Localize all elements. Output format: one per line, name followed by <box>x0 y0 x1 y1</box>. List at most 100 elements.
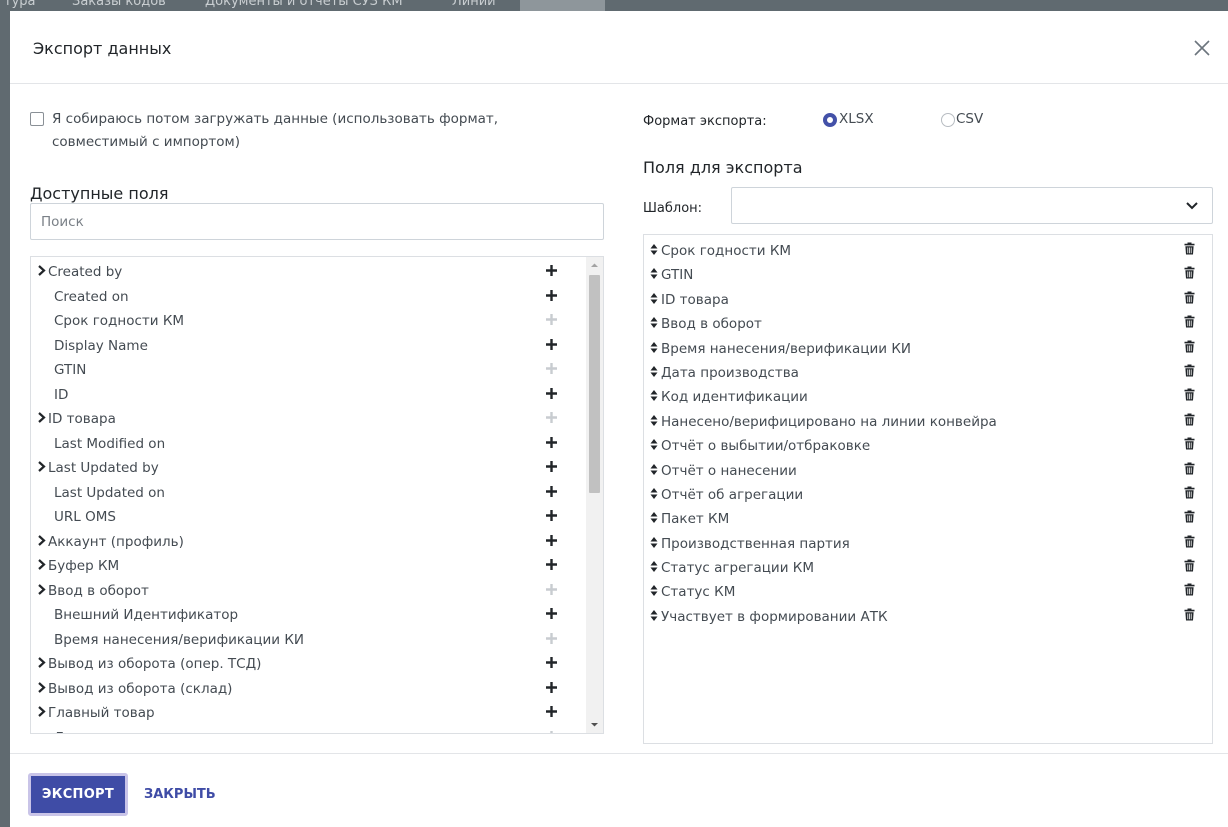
plus-icon[interactable] <box>545 656 558 669</box>
export-field-row[interactable]: Код идентификации <box>644 385 1212 409</box>
sort-handle-icon[interactable] <box>650 511 658 524</box>
export-field-row[interactable]: Производственная партия <box>644 532 1212 556</box>
plus-icon[interactable] <box>545 632 558 645</box>
chevron-right-icon[interactable] <box>37 583 47 596</box>
plus-icon[interactable] <box>545 289 558 302</box>
available-field-row[interactable]: Вывод из оборота (опер. ТСД) <box>31 652 585 677</box>
export-field-row[interactable]: Дата производства <box>644 361 1212 385</box>
export-field-row[interactable]: Участвует в формировании АТК <box>644 605 1212 629</box>
plus-icon[interactable] <box>545 313 558 326</box>
sort-handle-icon[interactable] <box>650 463 658 476</box>
plus-icon[interactable] <box>545 411 558 424</box>
plus-icon[interactable] <box>545 558 558 571</box>
scrollbar[interactable] <box>586 257 603 733</box>
close-icon[interactable] <box>1189 35 1215 61</box>
plus-icon[interactable] <box>545 534 558 547</box>
close-button[interactable]: ЗАКРЫТЬ <box>134 773 226 816</box>
sort-handle-icon[interactable] <box>650 438 658 451</box>
search-input[interactable] <box>30 203 604 240</box>
export-field-row[interactable]: Срок годности КМ <box>644 239 1212 263</box>
format-label-xlsx[interactable]: XLSX <box>839 111 874 127</box>
trash-icon[interactable] <box>1184 364 1195 377</box>
export-field-row[interactable]: Отчёт об агрегации <box>644 483 1212 507</box>
format-label-csv[interactable]: CSV <box>956 111 983 127</box>
chevron-right-icon[interactable] <box>37 534 47 547</box>
scroll-down-arrow[interactable] <box>586 716 603 733</box>
trash-icon[interactable] <box>1184 340 1195 353</box>
export-field-row[interactable]: Статус КМ <box>644 580 1212 604</box>
format-radio-csv[interactable] <box>941 113 955 127</box>
available-field-row[interactable]: Last Updated by <box>31 456 585 481</box>
available-field-row[interactable]: Ввод в оборот <box>31 579 585 604</box>
plus-icon[interactable] <box>545 705 558 718</box>
plus-icon[interactable] <box>545 509 558 522</box>
export-field-row[interactable]: ID товара <box>644 288 1212 312</box>
sort-handle-icon[interactable] <box>650 316 658 329</box>
plus-icon[interactable] <box>545 681 558 694</box>
available-field-row[interactable]: Created by <box>31 260 585 285</box>
trash-icon[interactable] <box>1184 388 1195 401</box>
available-field-row[interactable]: Вывод из оборота (склад) <box>31 677 585 702</box>
chevron-right-icon[interactable] <box>37 558 47 571</box>
trash-icon[interactable] <box>1184 437 1195 450</box>
plus-icon[interactable] <box>545 460 558 473</box>
sort-handle-icon[interactable] <box>650 536 658 549</box>
trash-icon[interactable] <box>1184 315 1195 328</box>
sort-handle-icon[interactable] <box>650 365 658 378</box>
trash-icon[interactable] <box>1184 510 1195 523</box>
trash-icon[interactable] <box>1184 608 1195 621</box>
sort-handle-icon[interactable] <box>650 267 658 280</box>
trash-icon[interactable] <box>1184 266 1195 279</box>
export-field-row[interactable]: Ввод в оборот <box>644 312 1212 336</box>
plus-icon[interactable] <box>545 730 558 735</box>
plus-icon[interactable] <box>545 583 558 596</box>
scrollbar-thumb[interactable] <box>589 275 600 493</box>
sort-handle-icon[interactable] <box>650 584 658 597</box>
plus-icon[interactable] <box>545 607 558 620</box>
sort-handle-icon[interactable] <box>650 609 658 622</box>
sort-handle-icon[interactable] <box>650 243 658 256</box>
format-radio-xlsx[interactable] <box>823 113 837 127</box>
template-select[interactable] <box>731 187 1213 224</box>
trash-icon[interactable] <box>1184 462 1195 475</box>
export-field-row[interactable]: Отчёт о нанесении <box>644 459 1212 483</box>
plus-icon[interactable] <box>545 338 558 351</box>
chevron-right-icon[interactable] <box>37 681 47 694</box>
export-field-row[interactable]: Пакет КМ <box>644 507 1212 531</box>
sort-handle-icon[interactable] <box>650 560 658 573</box>
available-field-row[interactable]: Главный товар <box>31 701 585 726</box>
sort-handle-icon[interactable] <box>650 414 658 427</box>
trash-icon[interactable] <box>1184 242 1195 255</box>
sort-handle-icon[interactable] <box>650 341 658 354</box>
export-button[interactable]: ЭКСПОРТ <box>28 773 128 816</box>
plus-icon[interactable] <box>545 387 558 400</box>
plus-icon[interactable] <box>545 362 558 375</box>
trash-icon[interactable] <box>1184 291 1195 304</box>
export-field-row[interactable]: GTIN <box>644 263 1212 287</box>
chevron-right-icon[interactable] <box>37 460 47 473</box>
sort-handle-icon[interactable] <box>650 292 658 305</box>
export-field-row[interactable]: Статус агрегации КМ <box>644 556 1212 580</box>
chevron-right-icon[interactable] <box>37 705 47 718</box>
chevron-right-icon[interactable] <box>37 656 47 669</box>
available-field-row[interactable]: Буфер КМ <box>31 554 585 579</box>
export-field-row[interactable]: Нанесено/верифицировано на линии конвейр… <box>644 410 1212 434</box>
chevron-right-icon[interactable] <box>37 264 47 277</box>
export-field-row[interactable]: Отчёт о выбытии/отбраковке <box>644 434 1212 458</box>
trash-icon[interactable] <box>1184 413 1195 426</box>
available-field-row[interactable]: ID товара <box>31 407 585 432</box>
sort-handle-icon[interactable] <box>650 389 658 402</box>
trash-icon[interactable] <box>1184 486 1195 499</box>
plus-icon[interactable] <box>545 264 558 277</box>
sort-handle-icon[interactable] <box>650 487 658 500</box>
available-field-row[interactable]: Аккаунт (профиль) <box>31 530 585 555</box>
plus-icon[interactable] <box>545 436 558 449</box>
import-compatible-checkbox[interactable] <box>30 112 44 126</box>
trash-icon[interactable] <box>1184 535 1195 548</box>
chevron-right-icon[interactable] <box>37 411 47 424</box>
trash-icon[interactable] <box>1184 583 1195 596</box>
export-field-row[interactable]: Время нанесения/верификации КИ <box>644 337 1212 361</box>
import-compatible-option[interactable]: Я собираюсь потом загружать данные (испо… <box>30 108 572 154</box>
scroll-up-arrow[interactable] <box>586 257 603 274</box>
trash-icon[interactable] <box>1184 559 1195 572</box>
